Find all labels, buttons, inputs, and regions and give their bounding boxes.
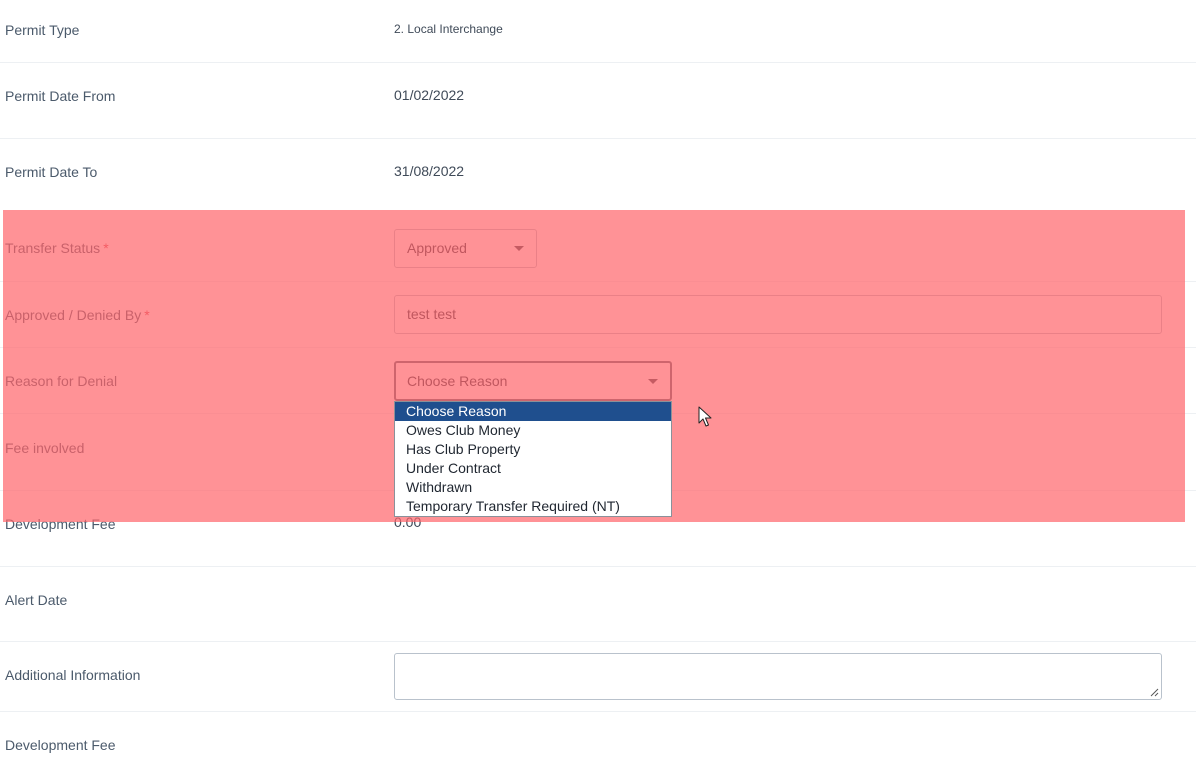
permit-date-to-row: Permit Date To 31/08/2022: [0, 138, 1196, 210]
dropdown-option[interactable]: Owes Club Money: [395, 421, 671, 440]
transfer-status-selected-value: Approved: [407, 240, 467, 256]
transfer-status-label-text: Transfer Status: [5, 240, 101, 256]
permit-date-from-row: Permit Date From 01/02/2022: [0, 62, 1196, 139]
caret-down-icon: [514, 246, 524, 251]
permit-date-from-value: 01/02/2022: [394, 87, 465, 103]
approved-by-input-value: test test: [407, 306, 457, 322]
reason-for-denial-select[interactable]: Choose Reason: [394, 361, 672, 401]
approved-by-input[interactable]: test test: [394, 295, 1162, 334]
additional-information-textarea[interactable]: [394, 653, 1162, 700]
reason-for-denial-dropdown-list[interactable]: Choose Reason Owes Club Money Has Club P…: [394, 401, 672, 517]
transfer-status-select[interactable]: Approved: [394, 229, 537, 268]
permit-date-to-label: Permit Date To: [5, 164, 98, 180]
approved-by-row: Approved / Denied By * test test: [0, 281, 1196, 348]
approved-by-label-text: Approved / Denied By: [5, 307, 142, 323]
fee-involved-label: Fee involved: [5, 440, 85, 456]
dropdown-option[interactable]: Has Club Property: [395, 440, 671, 459]
reason-for-denial-selected-value: Choose Reason: [407, 373, 508, 389]
dropdown-option[interactable]: Withdrawn: [395, 478, 671, 497]
dropdown-option[interactable]: Choose Reason: [395, 402, 671, 421]
transfer-status-label: Transfer Status *: [5, 240, 109, 256]
reason-for-denial-label: Reason for Denial: [5, 373, 118, 389]
caret-down-icon: [648, 379, 658, 384]
required-asterisk: *: [103, 240, 109, 256]
additional-information-label: Additional Information: [5, 667, 141, 683]
permit-date-to-value: 31/08/2022: [394, 163, 465, 179]
dropdown-option[interactable]: Temporary Transfer Required (NT): [395, 497, 671, 516]
development-fee-label: Development Fee: [5, 516, 116, 532]
required-asterisk: *: [144, 307, 150, 323]
permit-type-value: 2. Local Interchange: [394, 22, 503, 36]
additional-information-row: Additional Information: [0, 641, 1196, 712]
permit-type-label: Permit Type: [5, 22, 80, 38]
transfer-status-row: Transfer Status * Approved: [0, 210, 1196, 282]
dropdown-option[interactable]: Under Contract: [395, 459, 671, 478]
resize-grip-icon[interactable]: [1150, 688, 1159, 697]
development-fee-2-label: Development Fee: [5, 737, 116, 753]
alert-date-label: Alert Date: [5, 592, 68, 608]
alert-date-row: Alert Date: [0, 566, 1196, 642]
approved-by-label: Approved / Denied By *: [5, 307, 150, 323]
permit-date-from-label: Permit Date From: [5, 88, 116, 104]
development-fee-2-row: Development Fee: [0, 711, 1196, 757]
permit-type-row: Permit Type 2. Local Interchange: [0, 0, 1196, 63]
mouse-cursor-icon: [698, 406, 712, 427]
